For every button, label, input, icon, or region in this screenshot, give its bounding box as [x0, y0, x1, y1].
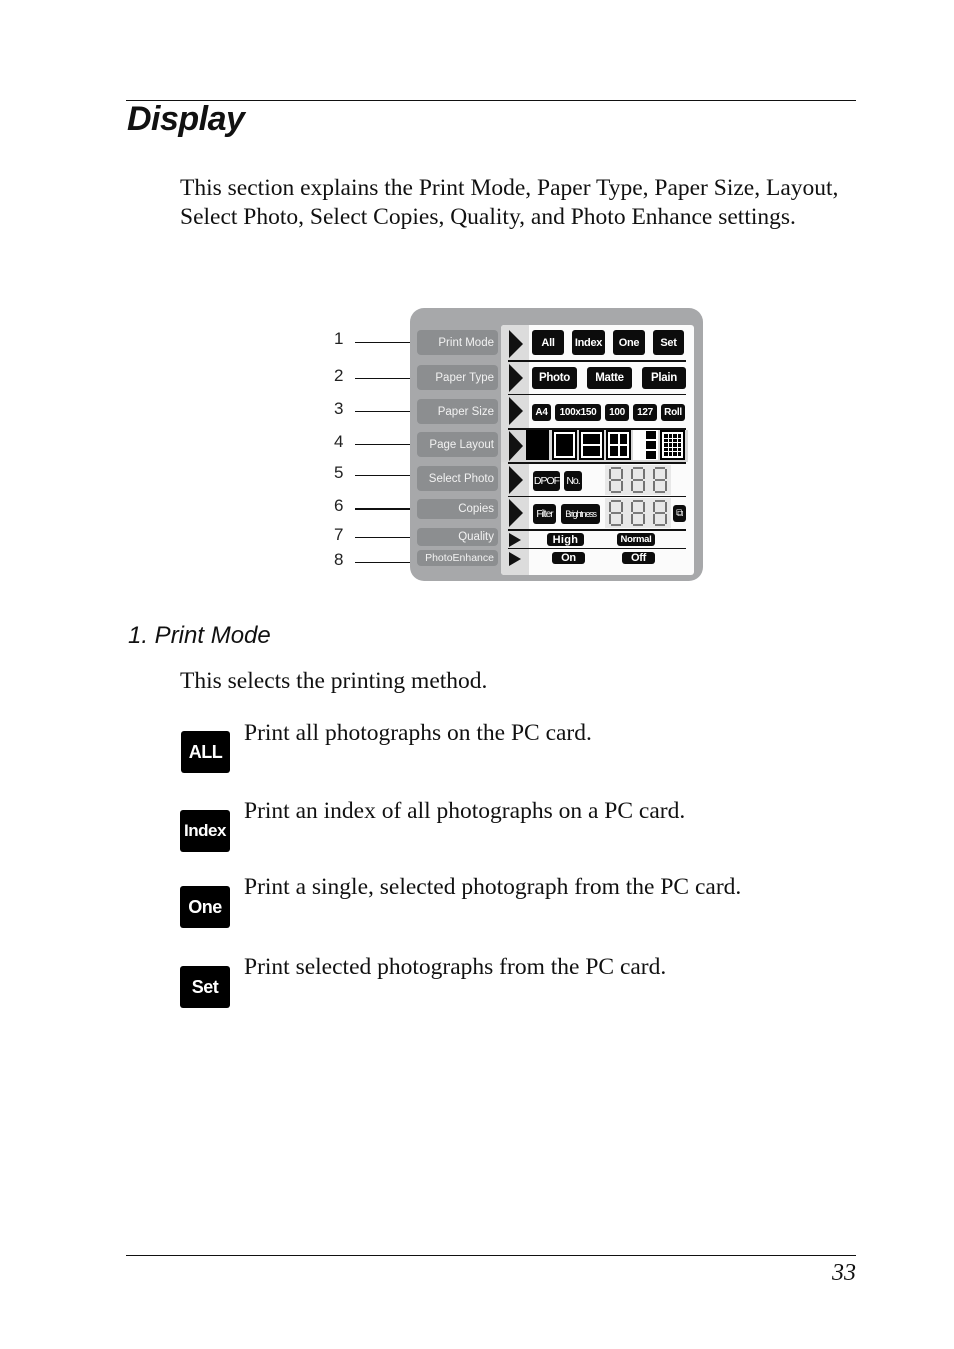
- tag-set: Set: [653, 330, 684, 355]
- index-icon: Index: [180, 810, 230, 852]
- mode-item-text: Print a single, selected photograph from…: [244, 874, 742, 900]
- tag-brightness: Brightness: [561, 504, 600, 524]
- indicator-arrow-icon: [509, 431, 523, 461]
- index-grid-icon: [660, 430, 685, 460]
- tag-on: On: [552, 552, 585, 564]
- mode-item-text: Print an index of all photographs on a P…: [244, 798, 686, 824]
- single-bordered-icon: [552, 430, 577, 460]
- control-panel: Print Mode Paper Type Paper Size Page La…: [410, 308, 703, 581]
- one-icon: One: [180, 886, 230, 928]
- indicator-arrow-icon: [509, 533, 521, 547]
- indicator-arrow-icon: [509, 364, 523, 392]
- tag-127: 127: [633, 404, 657, 421]
- digit-8: [608, 467, 624, 493]
- label-quality[interactable]: Quality: [417, 528, 498, 546]
- label-page-layout[interactable]: Page Layout: [417, 432, 498, 457]
- section-title: Display: [127, 100, 245, 138]
- bottom-rule: [126, 1255, 856, 1256]
- digit-8: [630, 500, 646, 526]
- intro-paragraph: This section explains the Print Mode, Pa…: [180, 175, 839, 230]
- tag-one: One: [613, 330, 645, 355]
- row-divider: [508, 548, 686, 549]
- tag-all: All: [532, 330, 564, 355]
- digit-8: [630, 467, 646, 493]
- lcd-screen: All Index One Set Photo Matte Plain A4 1…: [501, 325, 694, 575]
- label-select-photo[interactable]: Select Photo: [417, 466, 498, 491]
- tag-a4: A4: [532, 404, 551, 421]
- mode-item-text: Print all photographs on the PC card.: [244, 720, 592, 746]
- row-divider: [508, 496, 686, 497]
- indicator-arrow-icon: [509, 552, 521, 566]
- row-quality: High Normal: [501, 531, 688, 548]
- tag-matte: Matte: [587, 367, 632, 389]
- two-up-icon: [579, 430, 604, 460]
- tag-off: Off: [622, 552, 655, 564]
- three-up-icon: [633, 430, 658, 460]
- tag-photo: Photo: [532, 367, 577, 389]
- subsection-description: This selects the printing method.: [180, 668, 488, 694]
- four-up-icon: [606, 430, 631, 460]
- seven-segment-display: [605, 498, 671, 528]
- row-paper-type: Photo Matte Plain: [501, 363, 688, 393]
- row-divider: [508, 394, 686, 395]
- row-divider: [508, 360, 686, 362]
- digit-8: [652, 467, 668, 493]
- digit-8: [608, 500, 624, 526]
- mode-item-text: Print selected photographs from the PC c…: [244, 954, 667, 980]
- row-divider: [508, 462, 686, 464]
- subsection-title: 1. Print Mode: [128, 622, 271, 649]
- tag-normal: Normal: [617, 533, 655, 546]
- label-print-mode[interactable]: Print Mode: [417, 330, 498, 355]
- digit-8: [652, 500, 668, 526]
- tag-roll: Roll: [661, 404, 685, 421]
- row-photo-enhance: On Off: [501, 550, 688, 567]
- borderless-icon: [526, 430, 549, 460]
- tag-no: No.: [564, 471, 582, 491]
- set-icon: Set: [180, 966, 230, 1008]
- label-paper-type[interactable]: Paper Type: [417, 365, 498, 390]
- page-number: 33: [832, 1260, 856, 1286]
- label-copies[interactable]: Copies: [417, 499, 498, 519]
- seven-segment-display: [605, 465, 671, 495]
- indicator-arrow-icon: [509, 466, 523, 494]
- indicator-arrow-icon: [509, 397, 523, 425]
- tag-dpof: DPOF: [533, 471, 560, 491]
- row-paper-size: A4 100x150 100 127 Roll: [501, 396, 688, 426]
- tag-high: High: [547, 533, 584, 546]
- row-copies: Filter Brightness ⧉: [501, 498, 688, 528]
- tag-100: 100: [605, 404, 629, 421]
- indicator-arrow-icon: [509, 330, 523, 358]
- paper-stack-icon: ⧉: [673, 505, 686, 522]
- all-icon: ALL: [181, 731, 230, 773]
- label-paper-size[interactable]: Paper Size: [417, 399, 498, 424]
- tag-plain: Plain: [642, 367, 686, 389]
- row-page-layout: [501, 430, 688, 462]
- label-photo-enhance[interactable]: PhotoEnhance: [417, 550, 498, 566]
- indicator-arrow-icon: [509, 499, 523, 527]
- row-print-mode: All Index One Set: [501, 328, 688, 358]
- row-select-photo: DPOF No.: [501, 465, 688, 495]
- tag-100x150: 100x150: [555, 404, 601, 421]
- tag-index: Index: [572, 330, 605, 355]
- tag-filter: Filter: [533, 504, 556, 524]
